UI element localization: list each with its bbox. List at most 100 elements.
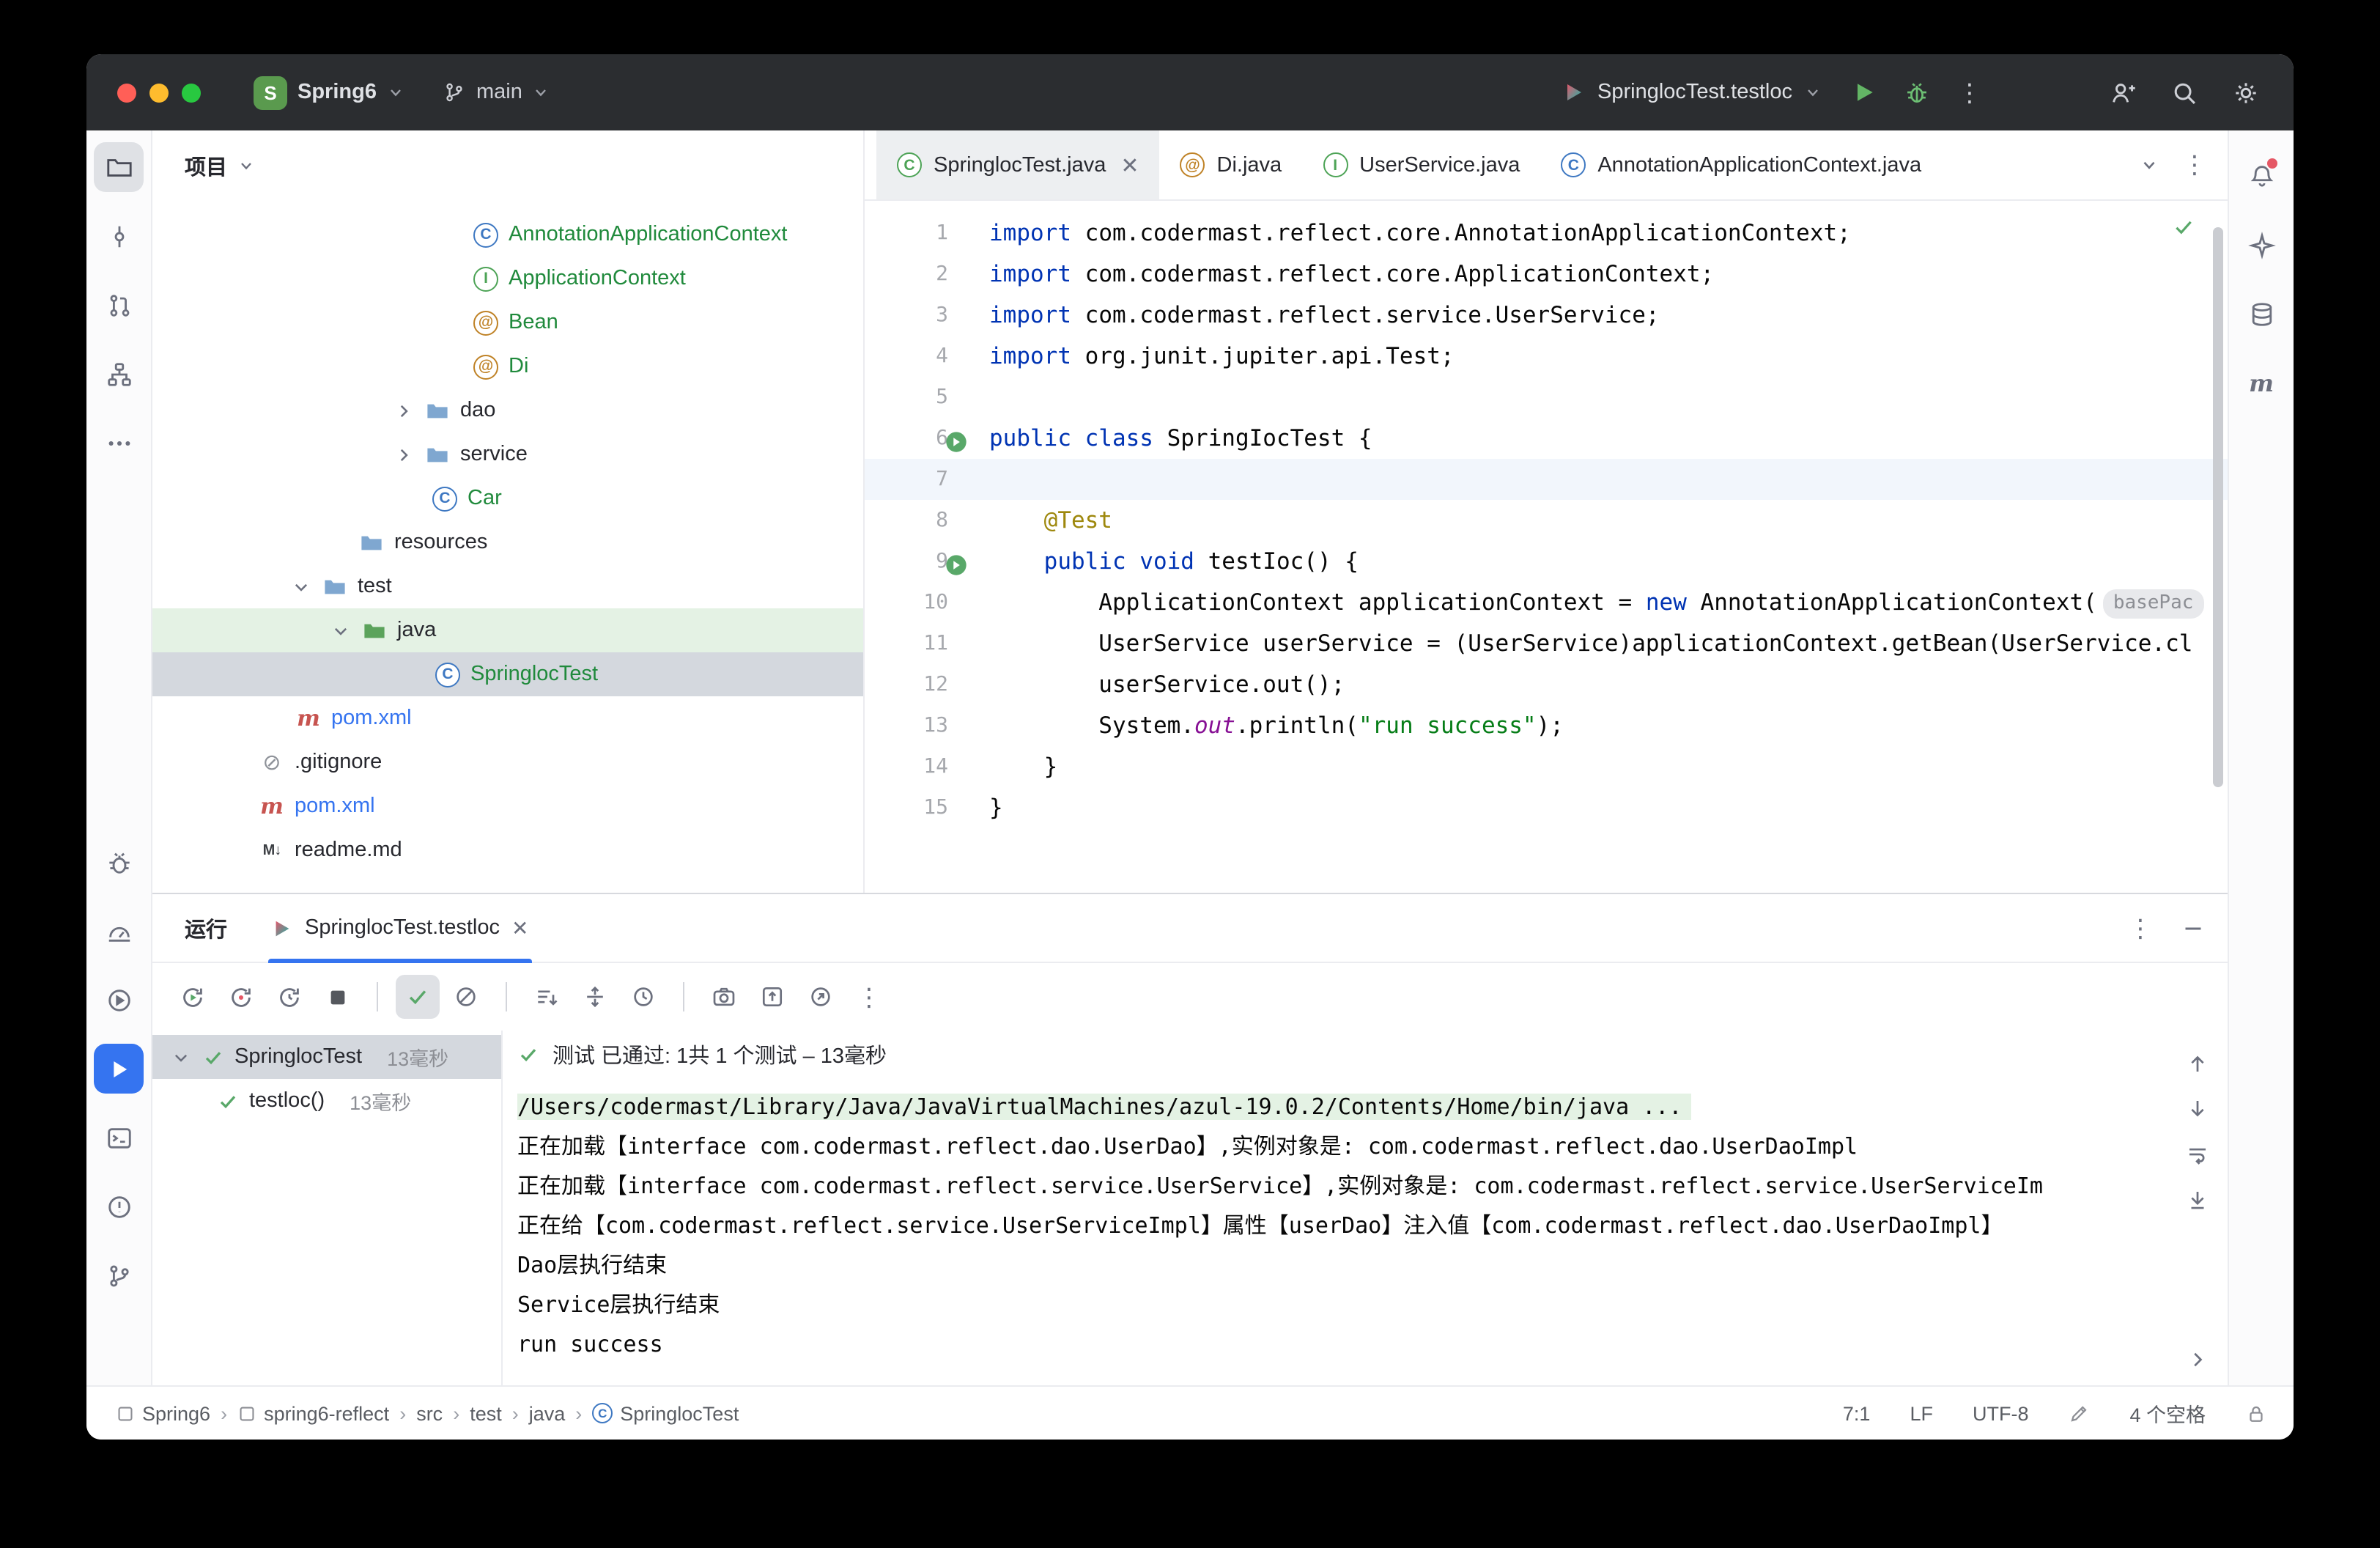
zoom-window-button[interactable] <box>182 83 201 102</box>
open-in-new-window-button[interactable] <box>799 975 843 1019</box>
project-tool-window-button[interactable] <box>94 142 144 192</box>
toggle-auto-test-button[interactable] <box>267 975 311 1019</box>
soft-wrap-icon[interactable] <box>2184 1142 2209 1167</box>
code-line[interactable]: 4import org.junit.jupiter.api.Test; <box>865 336 2228 377</box>
hide-panel-icon[interactable] <box>2182 917 2204 939</box>
lock-icon[interactable] <box>2245 1402 2267 1424</box>
run-configuration-widget[interactable]: SpringlocTest.testloc <box>1562 81 1822 104</box>
version-control-tool-window-button[interactable] <box>94 1250 144 1300</box>
line-separator-widget[interactable]: LF <box>1910 1402 1933 1424</box>
minimize-window-button[interactable] <box>149 83 169 102</box>
caret-position-widget[interactable]: 7:1 <box>1843 1402 1871 1424</box>
code-with-me-button[interactable] <box>2100 70 2144 114</box>
ai-assistant-button[interactable] <box>2236 220 2286 270</box>
code-line[interactable]: 14 } <box>865 746 2228 787</box>
test-history-button[interactable] <box>621 975 665 1019</box>
breadcrumb-item[interactable]: Spring6 <box>116 1402 210 1424</box>
code-line[interactable]: 2import com.codermast.reflect.core.Appli… <box>865 254 2228 295</box>
search-everywhere-button[interactable] <box>2162 70 2206 114</box>
code-line[interactable]: 5 <box>865 377 2228 418</box>
console-output[interactable]: /Users/codermast/Library/Java/JavaVirtua… <box>503 1079 2166 1385</box>
code-line[interactable]: 12 userService.out(); <box>865 664 2228 705</box>
tree-item[interactable]: ⊘.gitignore <box>152 740 863 784</box>
run-tab[interactable]: SpringlocTest.testloc ✕ <box>268 894 531 962</box>
chevron-down-icon[interactable] <box>170 1047 192 1066</box>
stop-button[interactable] <box>315 975 359 1019</box>
tab-userservice-java[interactable]: I UserService.java <box>1302 130 1540 199</box>
tree-item[interactable]: @Di <box>152 344 863 388</box>
tree-item[interactable]: service <box>152 432 863 476</box>
tree-item[interactable]: java <box>152 608 863 652</box>
code-line[interactable]: 13 System.out.println("run success"); <box>865 705 2228 746</box>
settings-button[interactable] <box>2223 70 2267 114</box>
inspections-ok-icon[interactable] <box>2172 215 2195 245</box>
encoding-widget[interactable]: UTF-8 <box>1973 1402 2029 1424</box>
rerun-button[interactable] <box>170 975 214 1019</box>
breadcrumb-item[interactable]: spring6-reflect <box>237 1402 389 1424</box>
chevron-down-icon[interactable] <box>328 621 352 640</box>
breadcrumb-item[interactable]: C SpringlocTest <box>592 1402 739 1424</box>
problems-tool-window-button[interactable] <box>94 1182 144 1231</box>
tab-springloctest-java[interactable]: C SpringlocTest.java ✕ <box>876 130 1160 199</box>
breadcrumb-item[interactable]: test <box>470 1402 502 1424</box>
run-tool-window-button[interactable] <box>94 1044 144 1094</box>
commit-tool-window-button[interactable] <box>94 211 144 261</box>
expand-console-icon[interactable] <box>2186 1349 2208 1371</box>
inspection-widget-icon[interactable] <box>2068 1402 2090 1424</box>
code-line[interactable]: 10 ApplicationContext applicationContext… <box>865 582 2228 623</box>
breadcrumb-item[interactable]: java <box>529 1402 566 1424</box>
close-window-button[interactable] <box>117 83 136 102</box>
thread-dump-button[interactable] <box>702 975 746 1019</box>
chevron-right-icon[interactable] <box>391 401 415 420</box>
code-line[interactable]: 11 UserService userService = (UserServic… <box>865 623 2228 664</box>
code-line[interactable]: 3import com.codermast.reflect.service.Us… <box>865 295 2228 336</box>
debug-tool-window-button[interactable] <box>94 837 144 887</box>
tree-item[interactable]: M↓readme.md <box>152 828 863 872</box>
editor-options-icon[interactable]: ⋮ <box>2182 152 2207 177</box>
database-button[interactable] <box>2236 289 2286 339</box>
profiler-tool-window-button[interactable] <box>94 906 144 956</box>
next-occurrence-icon[interactable] <box>2184 1096 2209 1121</box>
tree-item[interactable]: CSpringlocTest <box>152 652 863 696</box>
code-line[interactable]: 9 public void testIoc() { <box>865 541 2228 582</box>
chevron-right-icon[interactable] <box>391 445 415 464</box>
run-button[interactable] <box>1842 70 1886 114</box>
structure-tool-window-button[interactable] <box>94 349 144 399</box>
maven-button[interactable]: m <box>2236 358 2286 408</box>
test-suite-row[interactable]: SpringlocTest 13毫秒 <box>152 1035 501 1079</box>
debug-button[interactable] <box>1895 70 1939 114</box>
code-line-current[interactable]: 7 <box>865 459 2228 500</box>
run-toolbar-more-button[interactable]: ⋮ <box>847 975 891 1019</box>
test-case-row[interactable]: testloc() 13毫秒 <box>152 1079 501 1123</box>
code-line[interactable]: 8 @Test <box>865 500 2228 541</box>
sort-tests-button[interactable] <box>525 975 569 1019</box>
more-tool-windows-button[interactable] <box>94 418 144 468</box>
tab-annotationapplicationcontext-java[interactable]: C AnnotationApplicationContext.java <box>1540 130 1942 199</box>
show-passed-toggle[interactable] <box>396 975 440 1019</box>
tree-item[interactable]: resources <box>152 520 863 564</box>
vcs-branch-widget[interactable]: main <box>443 81 550 104</box>
previous-occurrence-icon[interactable] <box>2184 1051 2209 1076</box>
export-test-results-button[interactable] <box>750 975 794 1019</box>
code-line[interactable]: 1import com.codermast.reflect.core.Annot… <box>865 213 2228 254</box>
scroll-to-end-icon[interactable] <box>2184 1187 2209 1212</box>
indent-widget[interactable]: 4 个空格 <box>2129 1398 2206 1428</box>
show-ignored-toggle[interactable] <box>444 975 488 1019</box>
tree-item[interactable]: mpom.xml <box>152 784 863 828</box>
tab-di-java[interactable]: @ Di.java <box>1160 130 1303 199</box>
tree-item[interactable]: CAnnotationApplicationContext <box>152 213 863 257</box>
tree-item[interactable]: mpom.xml <box>152 696 863 740</box>
close-tab-icon[interactable]: ✕ <box>1120 152 1139 178</box>
close-run-tab-icon[interactable]: ✕ <box>511 915 528 940</box>
code-line[interactable]: 15} <box>865 787 2228 828</box>
collapse-all-button[interactable] <box>573 975 617 1019</box>
tree-item[interactable]: IApplicationContext <box>152 257 863 301</box>
run-panel-options-icon[interactable]: ⋮ <box>2128 915 2153 940</box>
notifications-button[interactable] <box>2236 151 2286 201</box>
chevron-down-icon[interactable] <box>237 157 255 174</box>
tree-item[interactable]: dao <box>152 388 863 432</box>
more-actions-button[interactable]: ⋮ <box>1948 70 1992 114</box>
tree-item[interactable]: CCar <box>152 476 863 520</box>
project-widget[interactable]: S Spring6 <box>254 75 404 109</box>
hidden-tabs-chevron-icon[interactable] <box>2140 155 2159 174</box>
